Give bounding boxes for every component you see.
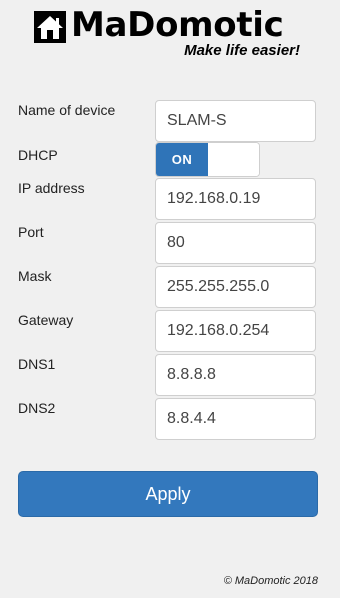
dns2-label: DNS2 <box>18 400 56 416</box>
name-of-device-label: Name of device <box>18 102 116 118</box>
gateway-field[interactable] <box>155 310 316 352</box>
gateway-label: Gateway <box>18 312 74 328</box>
mask-field[interactable] <box>155 266 316 308</box>
app-header: MaDomotic Make life easier! <box>0 0 340 70</box>
mask-label: Mask <box>18 268 52 284</box>
port-label: Port <box>18 224 44 240</box>
dhcp-toggle-state: ON <box>156 143 208 176</box>
dns2-field[interactable] <box>155 398 316 440</box>
dns1-label: DNS1 <box>18 356 56 372</box>
dhcp-toggle[interactable]: ON <box>155 142 260 177</box>
app-title: MaDomotic <box>71 5 284 45</box>
apply-button[interactable]: Apply <box>18 471 318 517</box>
house-icon <box>34 11 66 43</box>
dhcp-toggle-handle <box>208 143 259 176</box>
app-tagline: Make life easier! <box>184 42 300 59</box>
ip-address-label: IP address <box>18 180 85 196</box>
name-of-device-field[interactable] <box>155 100 316 142</box>
dns1-field[interactable] <box>155 354 316 396</box>
port-field[interactable] <box>155 222 316 264</box>
copyright-footer: © MaDomotic 2018 <box>223 575 318 587</box>
dhcp-label: DHCP <box>18 147 58 163</box>
ip-address-field[interactable] <box>155 178 316 220</box>
